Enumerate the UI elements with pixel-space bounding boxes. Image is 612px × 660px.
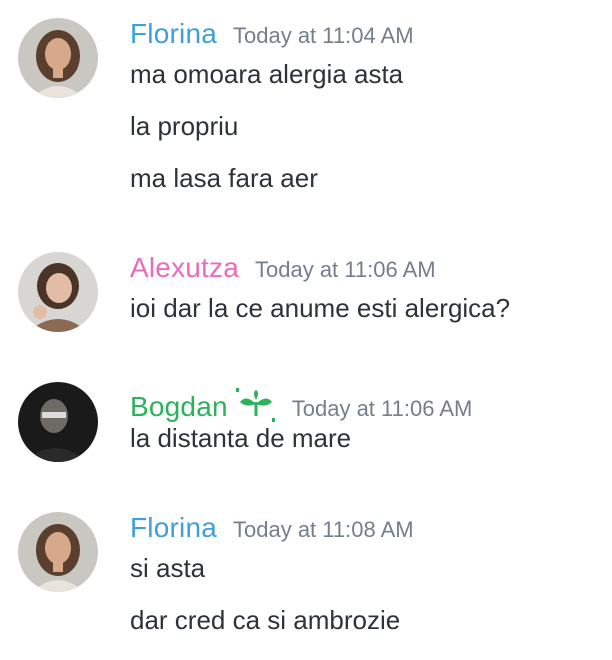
message-content: Alexutza Today at 11:06 AM ioi dar la ce… <box>130 252 598 334</box>
woman-portrait-avatar-icon <box>18 252 98 332</box>
timestamp: Today at 11:04 AM <box>233 23 414 48</box>
avatar[interactable] <box>18 512 98 592</box>
green-sprout-icon <box>235 388 276 427</box>
avatar[interactable] <box>18 252 98 332</box>
message-text: ioi dar la ce anume esti alergica? <box>130 293 511 323</box>
message-text: si asta <box>130 553 206 583</box>
timestamp: Today at 11:06 AM <box>255 257 436 282</box>
avatar[interactable] <box>18 382 98 462</box>
avatar[interactable] <box>18 18 98 98</box>
message-text: la propriu <box>130 111 239 141</box>
timestamp: Today at 11:08 AM <box>233 517 414 542</box>
woman-portrait-avatar-icon <box>18 18 98 98</box>
man-dark-portrait-avatar-icon <box>18 382 98 462</box>
username[interactable]: Florina <box>130 512 217 544</box>
message-content: Florina Today at 11:04 AM ma omoara aler… <box>130 18 598 204</box>
message-content: Bogdan Today at 11:06 AM la distanta de … <box>130 382 598 464</box>
username[interactable]: Alexutza <box>130 252 239 284</box>
message-text: ma lasa fara aer <box>130 163 318 193</box>
username[interactable]: Florina <box>130 18 217 50</box>
message-text: ma omoara alergia asta <box>130 59 404 89</box>
message-content: Florina Today at 11:08 AM si asta dar cr… <box>130 512 598 646</box>
woman-portrait-avatar-icon <box>18 512 98 592</box>
message-text: dar cred ca si ambrozie <box>130 605 401 635</box>
